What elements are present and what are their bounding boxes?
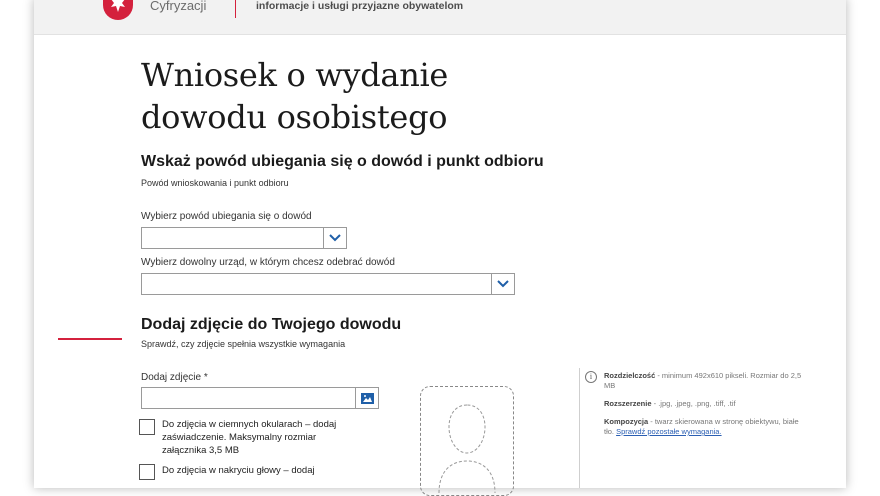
section-reason-subheading: Powód wnioskowania i punkt odbioru <box>141 178 289 188</box>
header-divider <box>235 0 236 18</box>
sunglasses-checkbox-label: Do zdjęcia w ciemnych okularach – dodaj … <box>162 419 337 456</box>
ministry-name[interactable]: Cyfryzacji <box>150 0 206 13</box>
page-title: Wniosek o wydanie dowodu osobistego <box>141 54 448 138</box>
photo-upload-field[interactable] <box>141 387 379 409</box>
headwear-checkbox-label: Do zdjęcia w nakryciu głowy – dodaj <box>162 465 315 476</box>
section-photo-heading: Dodaj zdjęcie do Twojego dowodu <box>141 316 402 333</box>
reason-select-label: Wybierz powód ubiegania się o dowód <box>141 211 312 222</box>
chevron-down-icon <box>497 280 509 288</box>
resolution-label: Rozdzielczość <box>604 371 656 380</box>
poland-eagle-emblem-icon <box>103 0 133 20</box>
site-tagline: informacje i usługi przyjazne obywatelom <box>256 0 464 12</box>
check-requirements-link[interactable]: Sprawdź pozostałe wymagania. <box>616 427 721 436</box>
info-icon: i <box>585 371 597 383</box>
composition-label: Kompozycja <box>604 417 649 426</box>
section-reason-heading: Wskaż powód ubiegania się o dowód i punk… <box>141 153 544 170</box>
office-dropdown-button[interactable] <box>491 274 514 294</box>
section-accent-line <box>58 338 122 340</box>
section-photo-subheading: Sprawdź, czy zdjęcie spełnia wszystkie w… <box>141 339 346 349</box>
extension-label: Rozszerzenie <box>604 399 652 408</box>
requirements-divider <box>579 368 580 488</box>
site-header: Cyfryzacji informacje i usługi przyjazne… <box>34 0 846 35</box>
page-title-line-2: dowodu osobistego <box>141 98 448 136</box>
reason-dropdown-button[interactable] <box>323 228 346 248</box>
photo-upload-label: Dodaj zdjęcie * <box>141 372 208 383</box>
sunglasses-checkbox[interactable] <box>139 419 155 435</box>
requirement-resolution: Rozdzielczość - minimum 492x610 pikseli.… <box>604 371 804 391</box>
requirement-composition: Kompozycja - twarz skierowana w stronę o… <box>604 417 804 437</box>
person-silhouette-icon <box>438 404 496 493</box>
requirement-extension: Rozszerzenie - .jpg, .jpeg, .png, .tiff,… <box>604 399 804 409</box>
extension-text: - .jpg, .jpeg, .png, .tiff, .tif <box>651 399 736 408</box>
image-upload-icon <box>360 392 374 404</box>
image-upload-button[interactable] <box>355 388 378 408</box>
page-title-line-1: Wniosek o wydanie <box>141 56 449 94</box>
office-select-label: Wybierz dowolny urząd, w którym chcesz o… <box>141 257 395 268</box>
reason-select[interactable] <box>141 227 347 249</box>
office-select[interactable] <box>141 273 515 295</box>
chevron-down-icon <box>329 234 341 242</box>
form-page: Cyfryzacji informacje i usługi przyjazne… <box>34 0 846 496</box>
headwear-checkbox[interactable] <box>139 464 155 480</box>
